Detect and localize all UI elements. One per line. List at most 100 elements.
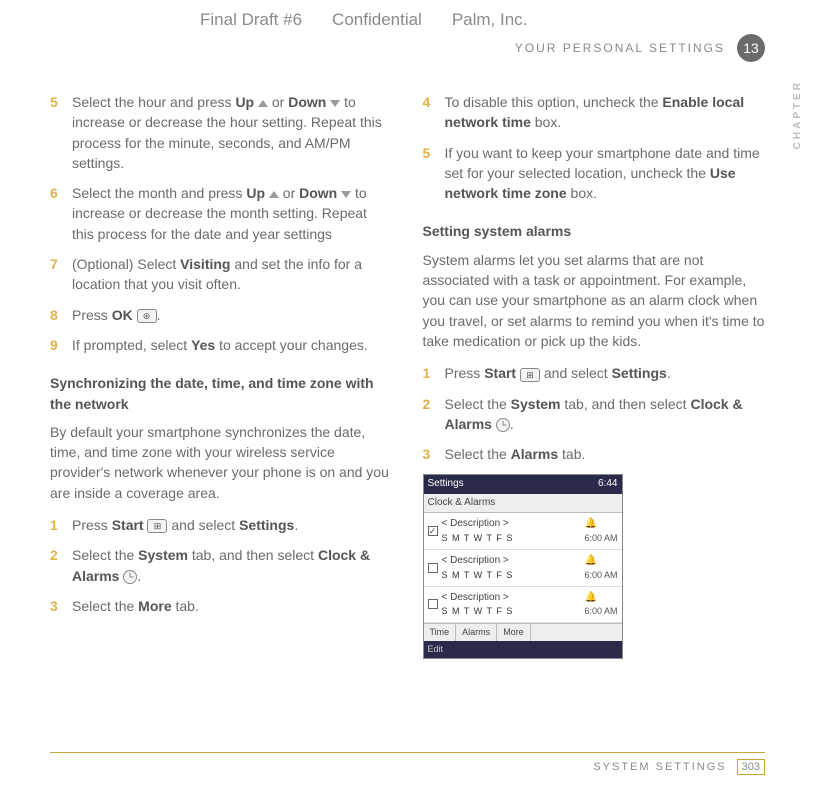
text: Select the	[445, 446, 511, 462]
text: .	[157, 307, 161, 323]
down-arrow-icon	[330, 100, 340, 107]
step-number: 2	[423, 394, 445, 435]
ss-alarm-row: < Description >S M T W T F S 🔔6:00 AM	[424, 550, 622, 587]
text: Select the	[72, 547, 138, 563]
text: to accept your changes.	[215, 337, 368, 353]
text: Press	[72, 517, 112, 533]
ss-desc-text: < Description >	[442, 591, 581, 606]
ss-tab-time: Time	[424, 624, 457, 641]
start-button-icon: ⊞	[520, 368, 540, 382]
ss-tabs: Time Alarms More	[424, 623, 622, 641]
bell-icon: 🔔	[584, 517, 617, 532]
text: Press	[72, 307, 112, 323]
checkbox-icon	[428, 563, 438, 573]
text: To disable this option, uncheck the	[445, 94, 663, 110]
right-step-5: 5 If you want to keep your smartphone da…	[423, 143, 766, 204]
step-number: 5	[423, 143, 445, 204]
page-footer: SYSTEM SETTINGS 303	[50, 752, 765, 775]
chapter-badge: 13	[737, 34, 765, 62]
step-number: 6	[50, 183, 72, 244]
ss-days: S M T W T F S	[442, 569, 581, 582]
step-number: 3	[50, 596, 72, 616]
step-number: 9	[50, 335, 72, 355]
bold: Alarms	[511, 446, 558, 462]
text: and select	[540, 365, 612, 381]
bell-icon: 🔔	[584, 591, 617, 606]
ss-alarm-row: < Description >S M T W T F S 🔔6:00 AM	[424, 587, 622, 624]
bold: OK	[112, 307, 133, 323]
step-number: 8	[50, 305, 72, 325]
clock-icon	[496, 418, 510, 432]
step-6: 6 Select the month and press Up or Down …	[50, 183, 393, 244]
step-number: 5	[50, 92, 72, 173]
ss-clock: 6:44	[598, 477, 617, 492]
text: tab.	[558, 446, 585, 462]
text: (Optional) Select	[72, 256, 180, 272]
draft-label: Final Draft #6	[200, 10, 302, 30]
right-step-2: 2 Select the System tab, and then select…	[423, 394, 766, 435]
bold-down: Down	[299, 185, 337, 201]
ss-tab-more: More	[497, 624, 531, 641]
text: tab, and then select	[560, 396, 690, 412]
left-step-1: 1 Press Start ⊞ and select Settings.	[50, 515, 393, 535]
down-arrow-icon	[341, 191, 351, 198]
text: Select the hour and press	[72, 94, 235, 110]
ss-desc-text: < Description >	[442, 554, 581, 569]
text: and select	[167, 517, 239, 533]
bold: Settings	[612, 365, 667, 381]
bold: System	[138, 547, 188, 563]
clock-icon	[123, 570, 137, 584]
bold: More	[138, 598, 171, 614]
text: Press	[445, 365, 485, 381]
text: Select the	[445, 396, 511, 412]
bold-up: Up	[235, 94, 254, 110]
step-number: 1	[50, 515, 72, 535]
sync-heading: Synchronizing the date, time, and time z…	[50, 373, 393, 414]
page-number: 303	[737, 759, 765, 775]
top-bar: Final Draft #6 Confidential Palm, Inc.	[50, 10, 765, 30]
ss-time: 6:00 AM	[584, 569, 617, 582]
alarms-heading: Setting system alarms	[423, 221, 766, 241]
step-number: 2	[50, 545, 72, 586]
step-number: 7	[50, 254, 72, 295]
sync-body: By default your smartphone synchronizes …	[50, 422, 393, 503]
ss-time: 6:00 AM	[584, 532, 617, 545]
text: tab, and then select	[188, 547, 318, 563]
text: box.	[567, 185, 597, 201]
step-number: 4	[423, 92, 445, 133]
text: .	[667, 365, 671, 381]
step-number: 1	[423, 363, 445, 383]
text: If prompted, select	[72, 337, 191, 353]
text: .	[294, 517, 298, 533]
left-step-2: 2 Select the System tab, and then select…	[50, 545, 393, 586]
ok-button-icon: ⊛	[137, 309, 157, 323]
checkbox-icon	[428, 599, 438, 609]
ss-app-title: Settings	[428, 477, 464, 492]
page-header: YOUR PERSONAL SETTINGS 13	[50, 34, 765, 62]
ss-days: S M T W T F S	[442, 605, 581, 618]
left-step-3: 3 Select the More tab.	[50, 596, 393, 616]
section-title: YOUR PERSONAL SETTINGS	[515, 41, 725, 55]
bold: Start	[112, 517, 144, 533]
ss-alarm-row: < Description >S M T W T F S 🔔6:00 AM	[424, 513, 622, 550]
text: or	[279, 185, 299, 201]
ss-desc-text: < Description >	[442, 517, 581, 532]
text: tab.	[172, 598, 199, 614]
alarms-body: System alarms let you set alarms that ar…	[423, 250, 766, 351]
up-arrow-icon	[258, 100, 268, 107]
start-button-icon: ⊞	[147, 519, 167, 533]
text: Select the	[72, 598, 138, 614]
text: box.	[531, 114, 561, 130]
up-arrow-icon	[269, 191, 279, 198]
company-label: Palm, Inc.	[452, 10, 528, 30]
bold: Visiting	[180, 256, 230, 272]
step-7: 7 (Optional) Select Visiting and set the…	[50, 254, 393, 295]
chapter-vertical-label: CHAPTER	[792, 80, 803, 149]
ss-days: S M T W T F S	[442, 532, 581, 545]
bold: Yes	[191, 337, 215, 353]
text: .	[510, 416, 514, 432]
bold-up: Up	[246, 185, 265, 201]
right-step-4: 4 To disable this option, uncheck the En…	[423, 92, 766, 133]
step-9: 9 If prompted, select Yes to accept your…	[50, 335, 393, 355]
text: Select the month and press	[72, 185, 246, 201]
